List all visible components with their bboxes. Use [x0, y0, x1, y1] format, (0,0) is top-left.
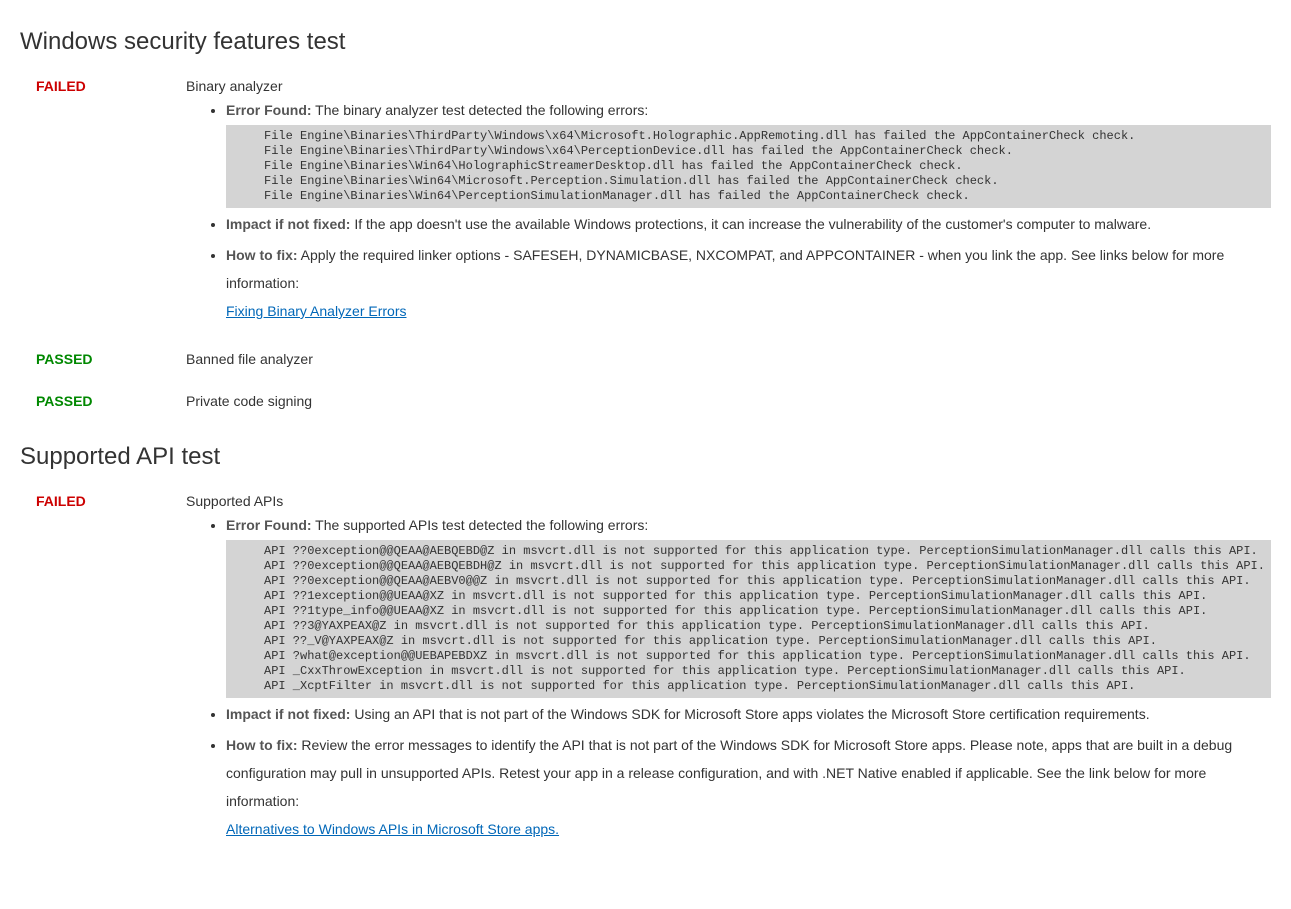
status-badge: FAILED	[20, 493, 186, 509]
impact-label: Impact if not fixed:	[226, 706, 350, 722]
error-line: API ??3@YAXPEAX@Z in msvcrt.dll is not s…	[264, 619, 1267, 634]
error-label: Error Found:	[226, 102, 312, 118]
error-line: API ?what@exception@@UEBAPEBDXZ in msvcr…	[264, 649, 1267, 664]
section-title: Windows security features test	[20, 28, 1271, 56]
error-text: The supported APIs test detected the fol…	[312, 517, 649, 533]
how-to-fix-item: How to fix: Review the error messages to…	[226, 731, 1271, 843]
error-label: Error Found:	[226, 517, 312, 533]
test-name: Binary analyzer	[186, 78, 1271, 94]
how-to-fix-item: How to fix: Apply the required linker op…	[226, 241, 1271, 325]
result-content: Private code signing	[186, 393, 1271, 415]
fix-text: Review the error messages to identify th…	[226, 737, 1232, 809]
error-line: File Engine\Binaries\ThirdParty\Windows\…	[264, 129, 1267, 144]
error-line: API ??1exception@@UEAA@XZ in msvcrt.dll …	[264, 589, 1267, 604]
error-line: API ??_V@YAXPEAX@Z in msvcrt.dll is not …	[264, 634, 1267, 649]
error-line: API ??0exception@@QEAA@AEBQEBD@Z in msvc…	[264, 544, 1267, 559]
error-line: File Engine\Binaries\Win64\PerceptionSim…	[264, 189, 1267, 204]
error-text: The binary analyzer test detected the fo…	[312, 102, 649, 118]
result-row: PASSEDBanned file analyzer	[20, 351, 1271, 373]
impact-item: Impact if not fixed: Using an API that i…	[226, 704, 1271, 725]
status-badge: FAILED	[20, 78, 186, 94]
error-code-block: File Engine\Binaries\ThirdParty\Windows\…	[226, 125, 1271, 208]
result-row: FAILEDSupported APIs Error Found: The sup…	[20, 493, 1271, 849]
error-found-item: Error Found: The supported APIs test det…	[226, 515, 1271, 698]
error-line: API ??0exception@@QEAA@AEBQEBDH@Z in msv…	[264, 559, 1267, 574]
error-code-block: API ??0exception@@QEAA@AEBQEBD@Z in msvc…	[226, 540, 1271, 698]
impact-item: Impact if not fixed: If the app doesn't …	[226, 214, 1271, 235]
result-content: Binary analyzer Error Found: The binary a…	[186, 78, 1271, 331]
result-content: Supported APIs Error Found: The supported…	[186, 493, 1271, 849]
fix-text: Apply the required linker options - SAFE…	[226, 247, 1224, 291]
error-line: API _XcptFilter in msvcrt.dll is not sup…	[264, 679, 1267, 694]
error-line: File Engine\Binaries\Win64\HolographicSt…	[264, 159, 1267, 174]
impact-label: Impact if not fixed:	[226, 216, 350, 232]
status-badge: PASSED	[20, 351, 186, 367]
result-content: Banned file analyzer	[186, 351, 1271, 373]
impact-text: Using an API that is not part of the Win…	[350, 706, 1149, 722]
fix-link[interactable]: Alternatives to Windows APIs in Microsof…	[226, 821, 559, 837]
fix-label: How to fix:	[226, 247, 298, 263]
impact-text: If the app doesn't use the available Win…	[350, 216, 1151, 232]
error-line: API _CxxThrowException in msvcrt.dll is …	[264, 664, 1267, 679]
error-line: API ??0exception@@QEAA@AEBV0@@Z in msvcr…	[264, 574, 1267, 589]
test-name: Private code signing	[186, 393, 1271, 409]
error-line: File Engine\Binaries\ThirdParty\Windows\…	[264, 144, 1267, 159]
result-row: FAILEDBinary analyzer Error Found: The bi…	[20, 78, 1271, 331]
error-found-item: Error Found: The binary analyzer test de…	[226, 100, 1271, 208]
error-line: API ??1type_info@@UEAA@XZ in msvcrt.dll …	[264, 604, 1267, 619]
error-line: File Engine\Binaries\Win64\Microsoft.Per…	[264, 174, 1267, 189]
test-name: Supported APIs	[186, 493, 1271, 509]
result-row: PASSEDPrivate code signing	[20, 393, 1271, 415]
section-title: Supported API test	[20, 443, 1271, 471]
status-badge: PASSED	[20, 393, 186, 409]
fix-link[interactable]: Fixing Binary Analyzer Errors	[226, 303, 407, 319]
fix-label: How to fix:	[226, 737, 298, 753]
test-name: Banned file analyzer	[186, 351, 1271, 367]
